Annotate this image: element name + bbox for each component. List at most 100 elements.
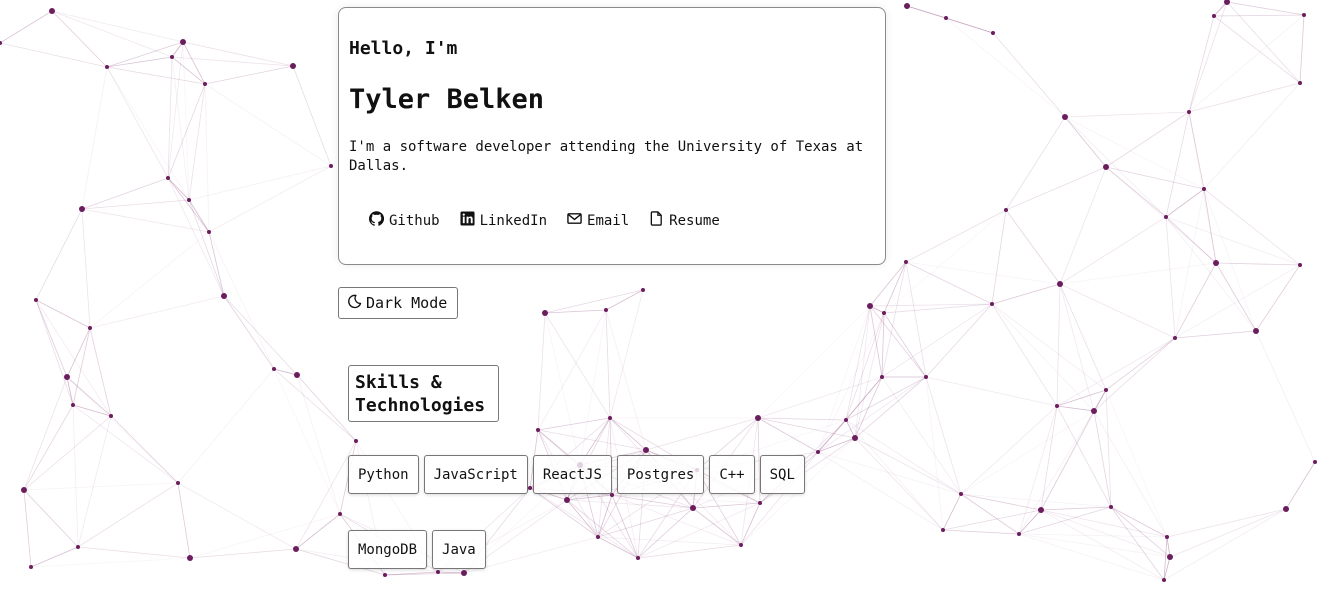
network-link xyxy=(106,66,206,85)
network-link xyxy=(566,499,639,559)
network-link xyxy=(292,65,332,167)
greeting-text: Hello, I'm xyxy=(349,38,458,59)
linkedin-link-label: LinkedIn xyxy=(479,212,548,229)
skill-chip[interactable]: ReactJS xyxy=(532,455,612,494)
network-node xyxy=(755,415,761,421)
network-link xyxy=(188,83,206,201)
network-node xyxy=(941,528,945,532)
email-link[interactable]: Email xyxy=(567,211,629,230)
network-node xyxy=(180,39,186,45)
network-node xyxy=(221,293,227,299)
network-link xyxy=(81,66,108,210)
network-link xyxy=(1213,15,1301,84)
network-link xyxy=(544,312,581,466)
network-link xyxy=(605,309,611,419)
network-link xyxy=(273,368,357,442)
network-node xyxy=(1062,114,1068,120)
network-node xyxy=(643,447,649,453)
network-node xyxy=(904,260,908,264)
network-link xyxy=(854,437,962,495)
skill-chip[interactable]: SQL xyxy=(759,455,805,494)
network-link xyxy=(295,513,341,550)
network-node xyxy=(991,31,995,35)
network-link xyxy=(991,209,1007,305)
skill-chip[interactable]: Postgres xyxy=(616,455,705,494)
document-icon xyxy=(649,211,664,230)
network-link xyxy=(72,404,179,484)
network-node xyxy=(170,55,174,59)
network-node xyxy=(272,367,276,371)
name-heading: Tyler Belken xyxy=(349,84,545,115)
network-link xyxy=(171,56,294,67)
resume-link[interactable]: Resume xyxy=(649,211,720,230)
network-node xyxy=(852,435,858,441)
dark-mode-label: Dark Mode xyxy=(366,294,448,312)
network-node xyxy=(542,310,548,316)
network-link xyxy=(1059,283,1095,412)
network-node xyxy=(1213,260,1219,266)
network-node xyxy=(1253,328,1259,334)
network-link xyxy=(1018,405,1058,535)
network-link xyxy=(1188,15,1215,113)
skill-chip[interactable]: JavaScript xyxy=(423,455,528,494)
network-link xyxy=(883,209,1007,314)
network-link xyxy=(66,327,91,378)
network-link xyxy=(72,404,79,548)
network-node xyxy=(207,230,211,234)
network-link xyxy=(0,42,108,68)
linkedin-link[interactable]: LinkedIn xyxy=(460,211,547,230)
network-link xyxy=(597,507,694,538)
network-link xyxy=(925,376,962,495)
network-link xyxy=(51,10,173,58)
skill-chip[interactable]: Java xyxy=(432,530,486,569)
network-link xyxy=(273,368,341,515)
network-link xyxy=(177,482,297,550)
network-link xyxy=(1163,508,1287,581)
network-link xyxy=(991,303,1107,391)
network-node xyxy=(1283,506,1289,512)
network-link xyxy=(611,494,761,504)
network-link xyxy=(66,376,179,484)
network-link xyxy=(942,509,1042,531)
network-link xyxy=(1059,262,1217,285)
network-node xyxy=(844,418,848,422)
network-node xyxy=(1057,281,1063,287)
network-link xyxy=(1169,508,1287,558)
network-node xyxy=(49,8,55,14)
network-node xyxy=(1165,535,1169,539)
network-node xyxy=(904,3,910,9)
network-node xyxy=(596,535,600,539)
network-node xyxy=(1055,404,1059,408)
network-link xyxy=(23,415,112,491)
resume-link-label: Resume xyxy=(669,212,720,229)
network-link xyxy=(223,295,298,376)
skill-chip[interactable]: Python xyxy=(348,455,419,494)
network-node xyxy=(1167,554,1173,560)
network-link xyxy=(1299,14,1305,84)
network-node xyxy=(1298,81,1302,85)
network-link xyxy=(537,417,611,431)
network-link xyxy=(35,299,112,417)
network-node xyxy=(293,546,299,552)
skill-chip[interactable]: MongoDB xyxy=(348,530,428,569)
github-link[interactable]: Github xyxy=(369,211,440,230)
network-link xyxy=(23,489,79,548)
network-link xyxy=(177,482,191,559)
network-link xyxy=(110,415,179,484)
network-node xyxy=(461,570,467,576)
network-link xyxy=(637,544,742,559)
network-link xyxy=(905,209,1007,263)
network-link xyxy=(167,177,190,201)
network-link xyxy=(30,546,79,568)
network-link xyxy=(692,507,742,546)
network-link xyxy=(991,283,1061,305)
dark-mode-toggle[interactable]: Dark Mode xyxy=(338,287,459,319)
network-link xyxy=(1064,116,1167,218)
skill-chip[interactable]: C++ xyxy=(709,455,755,494)
network-link xyxy=(817,312,885,453)
github-icon xyxy=(369,211,385,230)
network-link xyxy=(945,17,1066,118)
network-node xyxy=(944,16,948,20)
network-node xyxy=(203,82,207,86)
network-link xyxy=(945,17,994,34)
